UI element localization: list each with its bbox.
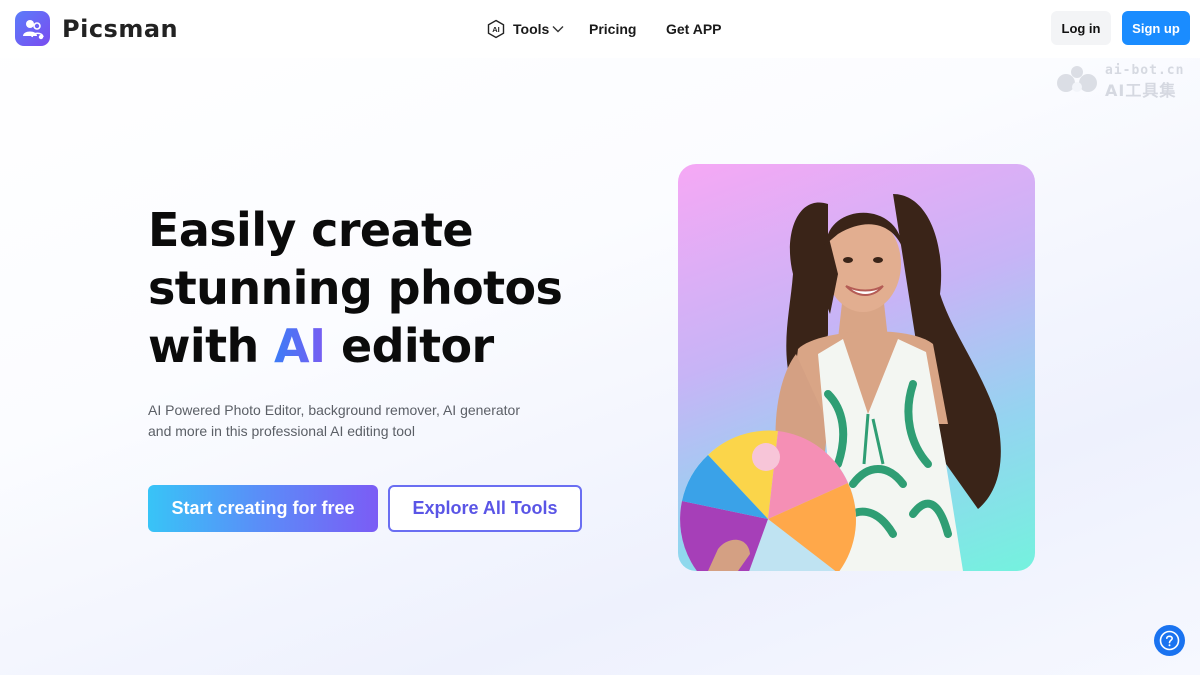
- hero-subtitle-line2: and more in this professional AI editing…: [148, 423, 415, 439]
- hero-subtitle-line1: AI Powered Photo Editor, background remo…: [148, 402, 520, 418]
- svg-text:AI: AI: [492, 25, 500, 34]
- watermark-logo-icon: [1057, 66, 1097, 92]
- hero-title-line2: stunning photos: [148, 261, 563, 315]
- brand-name: Picsman: [62, 14, 179, 43]
- help-button[interactable]: [1154, 625, 1185, 656]
- watermark: ai-bot.cn AI工具集: [1055, 62, 1195, 100]
- login-button[interactable]: Log in: [1051, 11, 1111, 45]
- nav-pricing[interactable]: Pricing: [589, 0, 636, 58]
- watermark-name: AI工具集: [1105, 81, 1177, 100]
- nav-get-app[interactable]: Get APP: [666, 0, 722, 58]
- hero-title-line3-post: editor: [325, 319, 494, 373]
- nav-tools-label: Tools: [513, 21, 550, 37]
- watermark-domain: ai-bot.cn: [1105, 63, 1185, 78]
- ai-chip-icon: AI: [487, 19, 505, 39]
- hero-title-line1: Easily create: [148, 203, 474, 257]
- nav-tools[interactable]: AI Tools: [486, 0, 564, 58]
- chevron-down-icon: [552, 26, 564, 33]
- brand-logo[interactable]: Picsman: [15, 11, 178, 46]
- picsman-logo-icon: [15, 11, 50, 46]
- explore-tools-button[interactable]: Explore All Tools: [388, 485, 582, 532]
- hero-title: Easily create stunning photos with AI ed…: [148, 201, 628, 375]
- hero-title-highlight: AI: [274, 319, 326, 373]
- top-navbar: Picsman AI Tools Pricing Get APP Log in …: [0, 0, 1200, 58]
- question-mark-icon: [1159, 630, 1180, 651]
- hero-title-line3-pre: with: [148, 319, 275, 373]
- hero-subtitle: AI Powered Photo Editor, background remo…: [148, 400, 588, 442]
- start-creating-button[interactable]: Start creating for free: [148, 485, 378, 532]
- signup-button[interactable]: Sign up: [1122, 11, 1190, 45]
- hero-photo: [678, 164, 1035, 571]
